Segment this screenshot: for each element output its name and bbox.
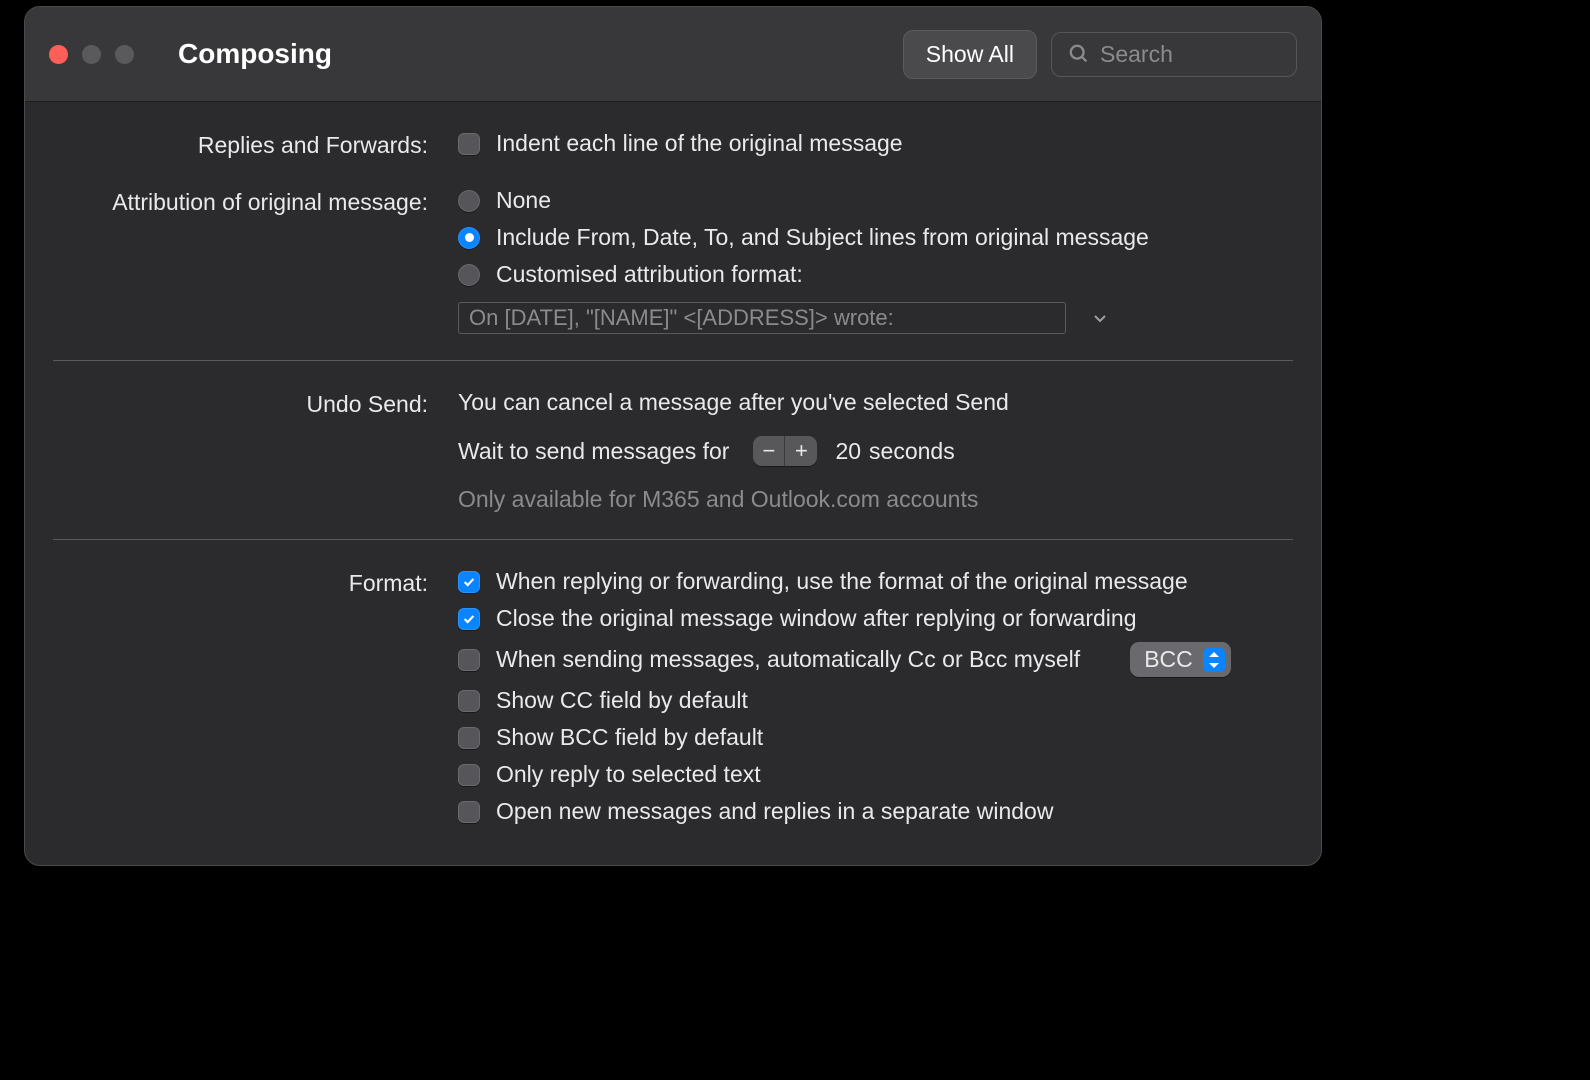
- text-show-cc: Show CC field by default: [496, 687, 748, 714]
- toolbar-right: Show All: [903, 30, 1297, 79]
- text-open-separate: Open new messages and replies in a separ…: [496, 798, 1053, 825]
- opt-reply-selected[interactable]: Only reply to selected text: [458, 761, 1293, 788]
- text-show-bcc: Show BCC field by default: [496, 724, 763, 751]
- opt-auto-cc: When sending messages, automatically Cc …: [458, 642, 1293, 677]
- window-title: Composing: [178, 38, 332, 70]
- opt-attribution-custom[interactable]: Customised attribution format:: [458, 261, 1293, 288]
- text-attr-custom: Customised attribution format:: [496, 261, 803, 288]
- custom-attribution-input[interactable]: On [DATE], "[NAME]" <[ADDRESS]> wrote:: [458, 302, 1066, 334]
- checkbox-use-original[interactable]: [458, 571, 480, 593]
- opt-attribution-include[interactable]: Include From, Date, To, and Subject line…: [458, 224, 1293, 251]
- opt-close-original[interactable]: Close the original message window after …: [458, 605, 1293, 632]
- opt-show-bcc[interactable]: Show BCC field by default: [458, 724, 1293, 751]
- checkbox-close-original[interactable]: [458, 608, 480, 630]
- opt-show-cc[interactable]: Show CC field by default: [458, 687, 1293, 714]
- label-attribution: Attribution of original message:: [53, 187, 458, 216]
- search-box[interactable]: [1051, 32, 1297, 77]
- divider-1: [53, 360, 1293, 361]
- label-undo: Undo Send:: [53, 389, 458, 418]
- opt-use-original-format[interactable]: When replying or forwarding, use the for…: [458, 568, 1293, 595]
- checkbox-open-separate[interactable]: [458, 801, 480, 823]
- label-replies: Replies and Forwards:: [53, 130, 458, 159]
- checkbox-show-bcc[interactable]: [458, 727, 480, 749]
- radio-custom[interactable]: [458, 264, 480, 286]
- row-format: Format: When replying or forwarding, use…: [53, 568, 1293, 825]
- content: Replies and Forwards: Indent each line o…: [25, 102, 1321, 866]
- text-attr-none: None: [496, 187, 551, 214]
- opt-open-separate[interactable]: Open new messages and replies in a separ…: [458, 798, 1293, 825]
- custom-attribution-container: On [DATE], "[NAME]" <[ADDRESS]> wrote:: [458, 302, 1293, 334]
- label-format: Format:: [53, 568, 458, 597]
- checkbox-indent[interactable]: [458, 133, 480, 155]
- auto-cc-dropdown[interactable]: BCC: [1130, 642, 1231, 677]
- updown-icon: [1203, 648, 1225, 672]
- row-undo: Undo Send: You can cancel a message afte…: [53, 389, 1293, 513]
- search-input[interactable]: [1100, 41, 1280, 68]
- undo-seconds-stepper: − +: [753, 436, 817, 466]
- stepper-plus[interactable]: +: [785, 436, 817, 466]
- divider-2: [53, 539, 1293, 540]
- auto-cc-value: BCC: [1144, 646, 1193, 673]
- opt-attribution-none[interactable]: None: [458, 187, 1293, 214]
- text-reply-selected: Only reply to selected text: [496, 761, 761, 788]
- stepper-minus[interactable]: −: [753, 436, 785, 466]
- radio-none[interactable]: [458, 190, 480, 212]
- minimize-window-button[interactable]: [82, 45, 101, 64]
- chevron-down-icon[interactable]: [1090, 308, 1110, 328]
- undo-seconds-suffix: seconds: [869, 438, 955, 465]
- checkbox-auto-cc[interactable]: [458, 649, 480, 671]
- text-indent: Indent each line of the original message: [496, 130, 903, 157]
- text-attr-include: Include From, Date, To, and Subject line…: [496, 224, 1149, 251]
- opt-indent[interactable]: Indent each line of the original message: [458, 130, 1293, 157]
- zoom-window-button[interactable]: [115, 45, 134, 64]
- text-auto-cc: When sending messages, automatically Cc …: [496, 646, 1080, 673]
- undo-desc: You can cancel a message after you've se…: [458, 389, 1293, 416]
- checkbox-reply-selected[interactable]: [458, 764, 480, 786]
- checkbox-show-cc[interactable]: [458, 690, 480, 712]
- show-all-button[interactable]: Show All: [903, 30, 1037, 79]
- window-controls: [49, 45, 134, 64]
- undo-note: Only available for M365 and Outlook.com …: [458, 486, 1293, 513]
- row-replies: Replies and Forwards: Indent each line o…: [53, 130, 1293, 159]
- undo-wait-line: Wait to send messages for − + 20 seconds: [458, 436, 1293, 466]
- titlebar: Composing Show All: [25, 7, 1321, 102]
- text-use-original: When replying or forwarding, use the for…: [496, 568, 1188, 595]
- close-window-button[interactable]: [49, 45, 68, 64]
- row-attribution: Attribution of original message: None In…: [53, 187, 1293, 334]
- radio-include[interactable]: [458, 227, 480, 249]
- undo-seconds-value: 20: [835, 438, 861, 465]
- preferences-window: Composing Show All Replies and Forwards:…: [24, 6, 1322, 866]
- undo-wait-prefix: Wait to send messages for: [458, 438, 729, 465]
- text-close-original: Close the original message window after …: [496, 605, 1137, 632]
- search-icon: [1068, 43, 1090, 65]
